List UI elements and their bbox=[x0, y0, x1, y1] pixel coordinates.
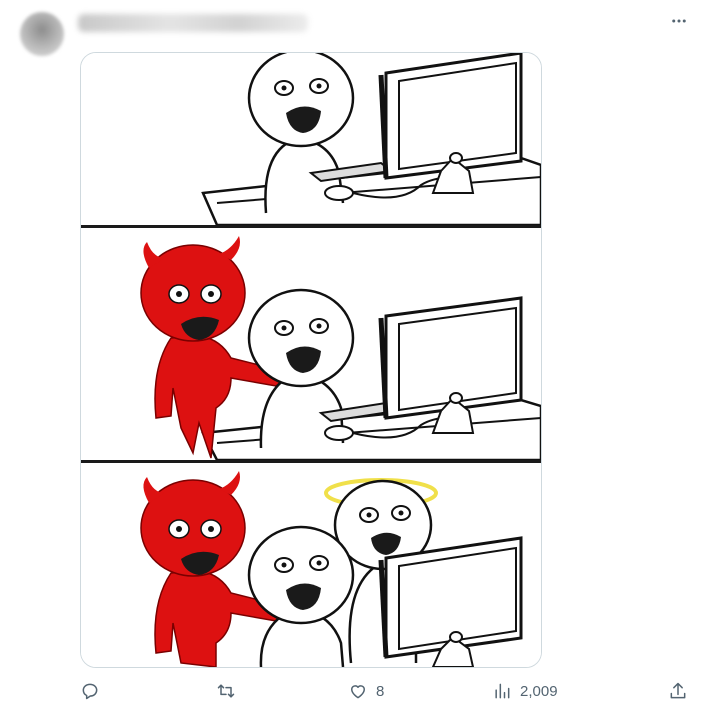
heart-icon bbox=[348, 681, 368, 701]
more-icon[interactable] bbox=[664, 6, 694, 36]
views-button[interactable]: 2,009 bbox=[492, 676, 558, 706]
like-button[interactable]: 8 bbox=[348, 676, 384, 706]
share-button[interactable] bbox=[668, 676, 688, 706]
comic-panel-2 bbox=[81, 228, 541, 460]
share-icon bbox=[668, 681, 688, 701]
like-count: 8 bbox=[376, 682, 385, 700]
views-count: 2,009 bbox=[520, 682, 558, 700]
tweet-action-bar: 8 2,009 bbox=[80, 676, 700, 706]
tweet-media-image[interactable] bbox=[80, 52, 542, 668]
author-name-blurred[interactable] bbox=[78, 14, 308, 32]
author-avatar[interactable] bbox=[20, 12, 64, 56]
retweet-button[interactable] bbox=[216, 676, 244, 706]
reply-icon bbox=[80, 681, 100, 701]
comic-panel-1 bbox=[81, 53, 541, 225]
reply-button[interactable] bbox=[80, 676, 108, 706]
retweet-icon bbox=[216, 681, 236, 701]
views-icon bbox=[492, 681, 512, 701]
comic-panel-3 bbox=[81, 463, 541, 667]
